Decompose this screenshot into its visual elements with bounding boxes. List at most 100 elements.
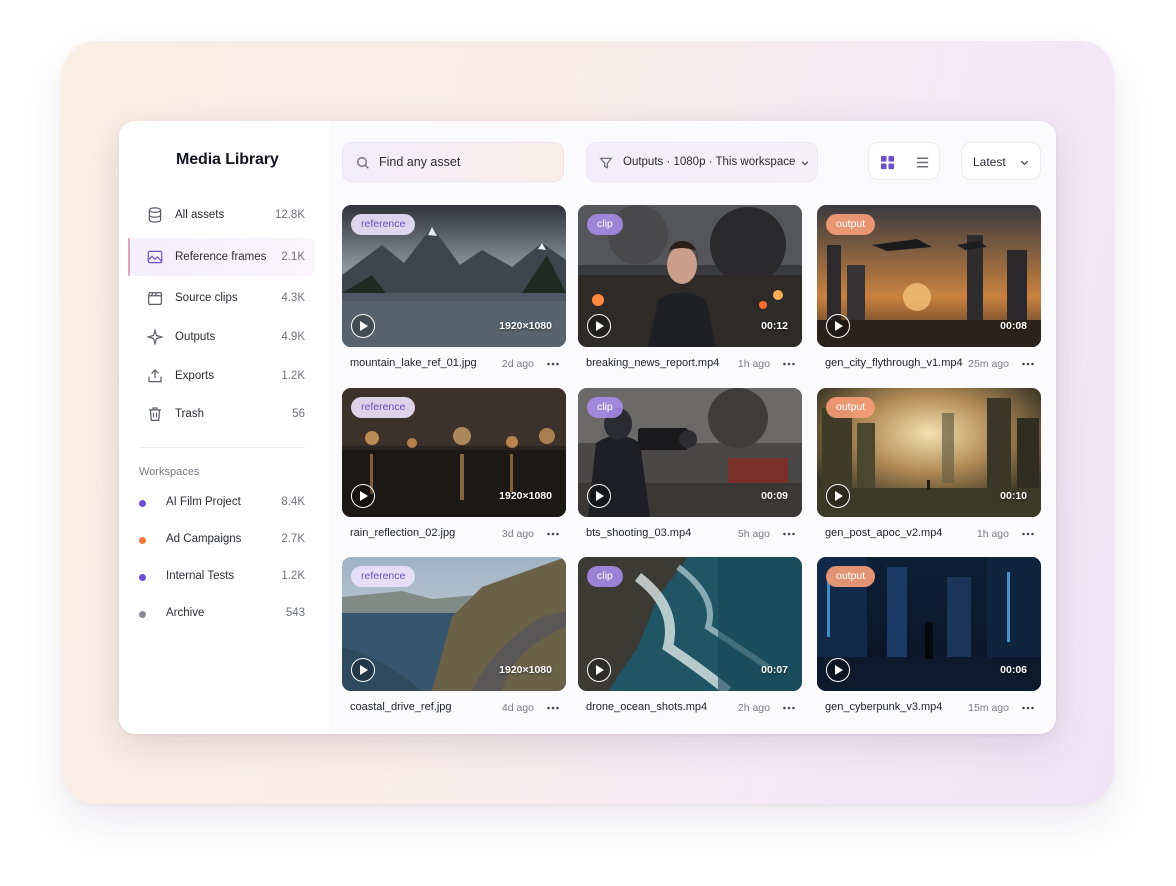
workspace-dot (139, 537, 146, 544)
search-placeholder: Find any asset (379, 155, 461, 169)
asset-thumbnail[interactable]: clip 00:09 (578, 388, 802, 517)
workspace-count: 543 (285, 607, 305, 619)
filter-dropdown[interactable]: Outputs · 1080p · This workspace (586, 142, 818, 182)
workspace-item-archive[interactable]: Archive 543 (129, 599, 315, 629)
sidebar-item-count: 2.1K (281, 251, 305, 263)
asset-type-tag: reference (351, 566, 416, 587)
sidebar: Media Library All assets 12.8K Reference… (119, 121, 329, 734)
asset-timestamp: 4d ago (501, 702, 534, 714)
sidebar-item-all-assets[interactable]: All assets 12.8K (129, 196, 315, 234)
play-button-icon[interactable] (826, 484, 850, 508)
play-button-icon[interactable] (351, 658, 375, 682)
asset-timestamp: 1h ago (737, 358, 770, 370)
filter-label: Outputs · 1080p · This workspace (623, 156, 796, 168)
asset-thumbnail[interactable]: output 00:06 (817, 557, 1041, 691)
asset-timestamp: 5h ago (737, 528, 770, 540)
workspace-item-ai-film-project[interactable]: AI Film Project 8.4K (129, 488, 315, 518)
workspace-item-ad-campaigns[interactable]: Ad Campaigns 2.7K (129, 525, 315, 555)
media-library-window: Media Library All assets 12.8K Reference… (119, 121, 1056, 734)
asset-type-tag: clip (587, 397, 623, 418)
asset-filename: gen_city_flythrough_v1.mp4 (825, 357, 963, 369)
app-title: Media Library (176, 151, 279, 168)
sort-dropdown[interactable]: Latest (961, 142, 1041, 180)
asset-meta-badge: 00:10 (1000, 490, 1027, 502)
asset-card[interactable]: clip 00:07 drone_ocean_shots.mp4 2h ago (578, 557, 802, 721)
asset-thumbnail[interactable]: reference 1920×1080 (342, 205, 566, 347)
asset-type-tag: output (826, 566, 876, 587)
asset-meta-badge: 00:09 (761, 490, 788, 502)
workspace-item-internal-tests[interactable]: Internal Tests 1.2K (129, 562, 315, 592)
asset-thumbnail[interactable]: clip 00:07 (578, 557, 802, 691)
asset-timestamp: 15m ago (968, 702, 1009, 714)
asset-timestamp: 3d ago (501, 528, 534, 540)
workspace-label: Internal Tests (166, 570, 235, 582)
play-button-icon[interactable] (351, 314, 375, 338)
asset-card[interactable]: clip 00:09 bts_shooting_03.mp4 5h ago (578, 388, 802, 547)
asset-meta-badge: 00:08 (1000, 320, 1027, 332)
play-button-icon[interactable] (587, 658, 611, 682)
asset-type-tag: output (826, 214, 876, 235)
asset-filename: gen_cyberpunk_v3.mp4 (825, 701, 943, 713)
asset-card[interactable]: reference 1920×1080 rain_reflection_02.jpg… (342, 388, 566, 547)
sidebar-item-label: All assets (175, 209, 225, 221)
search-input[interactable]: Find any asset (342, 142, 564, 182)
asset-meta-badge: 00:07 (761, 664, 788, 676)
asset-thumbnail[interactable]: reference 1920×1080 (342, 388, 566, 517)
asset-thumbnail[interactable]: output 00:10 (817, 388, 1041, 517)
upload-icon (148, 369, 162, 383)
grid-view-button[interactable] (874, 149, 900, 175)
more-options-icon[interactable] (1021, 527, 1035, 541)
play-button-icon[interactable] (826, 658, 850, 682)
play-button-icon[interactable] (587, 484, 611, 508)
grid-icon (880, 155, 894, 169)
play-button-icon[interactable] (351, 484, 375, 508)
asset-filename: bts_shooting_03.mp4 (586, 527, 692, 539)
sidebar-item-label: Trash (175, 408, 204, 420)
asset-card[interactable]: reference 1920×1080 coastal_drive_ref.jpg 4… (342, 557, 566, 721)
more-options-icon[interactable] (546, 357, 560, 371)
more-options-icon[interactable] (1021, 357, 1035, 371)
asset-meta-badge: 1920×1080 (499, 664, 552, 676)
asset-card[interactable]: output 00:08 gen_city_flythrough_v1.mp4 25m… (817, 205, 1041, 377)
workspace-dot (139, 500, 146, 507)
sparkle-icon (146, 328, 164, 346)
asset-meta-badge: 1920×1080 (499, 490, 552, 502)
workspace-label: Archive (166, 607, 205, 619)
asset-card[interactable]: output 00:06 gen_cyberpunk_v3.mp4 15m ago (817, 557, 1041, 721)
list-icon (916, 157, 928, 167)
asset-filename: coastal_drive_ref.jpg (350, 701, 452, 713)
chevron-down-icon (801, 161, 809, 166)
asset-timestamp: 25m ago (968, 358, 1009, 370)
sidebar-item-trash[interactable]: Trash 56 (129, 395, 315, 433)
view-toggle (868, 142, 940, 180)
sidebar-item-count: 4.9K (281, 331, 305, 343)
trash-icon (149, 407, 161, 421)
more-options-icon[interactable] (782, 701, 796, 715)
more-options-icon[interactable] (782, 357, 796, 371)
asset-thumbnail[interactable]: reference 1920×1080 (342, 557, 566, 691)
asset-timestamp: 2h ago (737, 702, 770, 714)
play-button-icon[interactable] (587, 314, 611, 338)
asset-meta-badge: 00:12 (761, 320, 788, 332)
asset-card[interactable]: reference 1920×1080 mountain_lake_ref_01.j… (342, 205, 566, 377)
asset-card[interactable]: output 00:10 gen_post_apoc_v2.mp4 1h ago (817, 388, 1041, 547)
more-options-icon[interactable] (1021, 701, 1035, 715)
more-options-icon[interactable] (546, 527, 560, 541)
more-options-icon[interactable] (546, 701, 560, 715)
workspace-count: 8.4K (281, 496, 305, 508)
asset-meta-badge: 00:06 (1000, 664, 1027, 676)
asset-thumbnail[interactable]: clip 00:12 (578, 205, 802, 347)
play-button-icon[interactable] (826, 314, 850, 338)
more-options-icon[interactable] (782, 527, 796, 541)
list-view-button[interactable] (909, 149, 935, 175)
workspace-count: 1.2K (281, 570, 305, 582)
sidebar-item-exports[interactable]: Exports 1.2K (129, 357, 315, 395)
asset-thumbnail[interactable]: output 00:08 (817, 205, 1041, 347)
asset-card[interactable]: clip 00:12 breaking_news_report.mp4 1h ago (578, 205, 802, 377)
sidebar-item-source-clips[interactable]: Source clips 4.3K (129, 279, 315, 317)
asset-meta-badge: 1920×1080 (499, 320, 552, 332)
asset-type-tag: reference (351, 397, 416, 418)
sidebar-item-reference-frames[interactable]: Reference frames 2.1K (128, 238, 315, 276)
sidebar-item-outputs[interactable]: Outputs 4.9K (129, 318, 315, 356)
workspace-dot (139, 574, 146, 581)
